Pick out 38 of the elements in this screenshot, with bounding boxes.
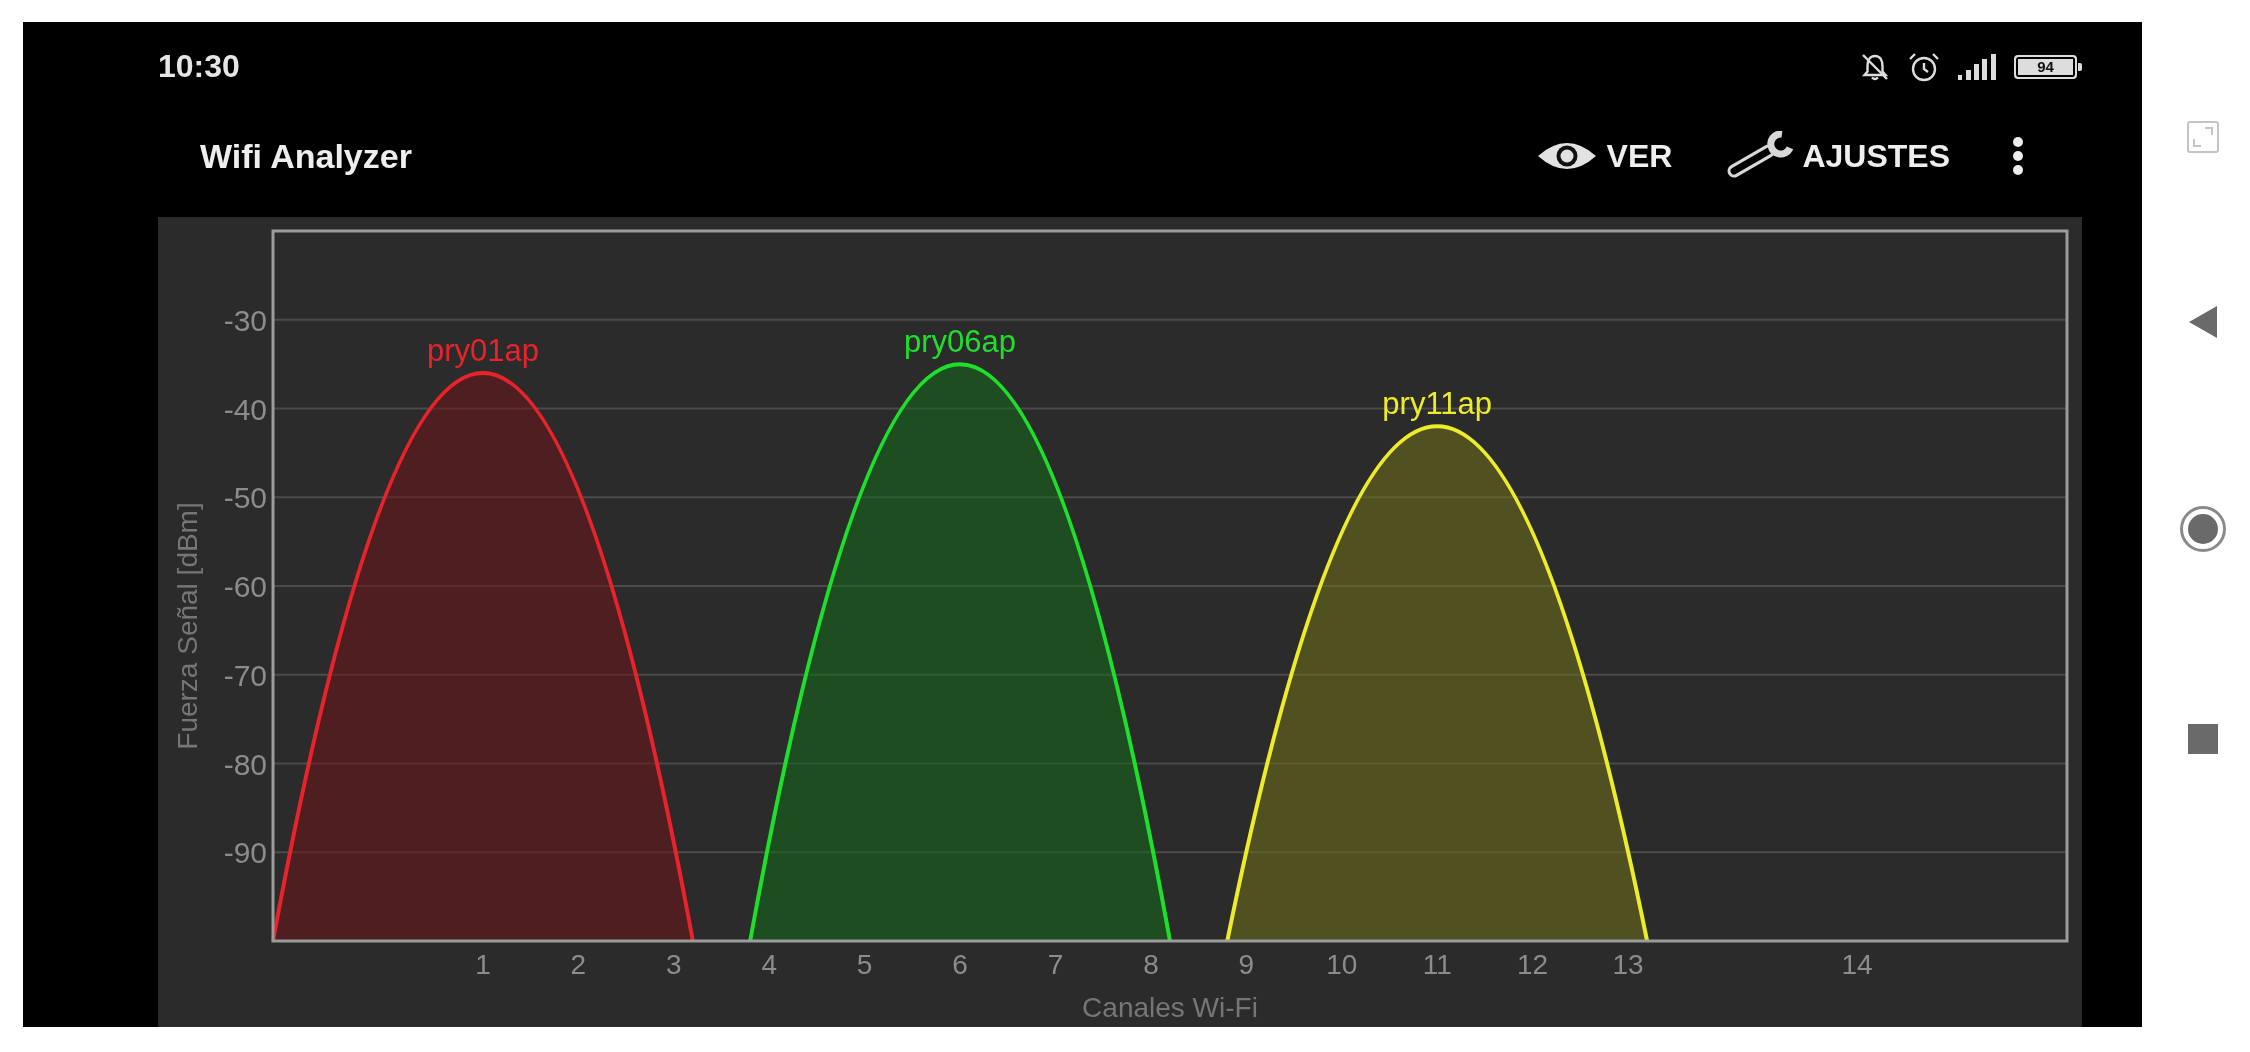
network-label: pry06ap (904, 324, 1017, 360)
back-icon[interactable] (2189, 306, 2217, 338)
x-tick-label: 1 (475, 949, 491, 980)
x-tick-label: 3 (666, 949, 682, 980)
battery-indicator: 94 (2014, 55, 2082, 79)
network-label: pry11ap (1382, 386, 1493, 422)
y-axis-title: Fuerza Señal [dBm] (172, 502, 203, 750)
x-tick-label: 6 (952, 949, 968, 980)
x-axis-title: Canales Wi-Fi (1082, 992, 1258, 1023)
x-tick-label: 9 (1238, 949, 1255, 980)
y-tick-label: -30 (223, 303, 267, 337)
y-tick-label: -70 (223, 658, 267, 692)
x-tick-label: 8 (1143, 949, 1159, 980)
home-icon[interactable] (2180, 506, 2226, 552)
x-tick-label: 7 (1047, 949, 1064, 980)
y-tick-label: -80 (223, 747, 267, 781)
x-tick-label: 11 (1422, 949, 1452, 980)
y-tick-label: -50 (223, 481, 267, 515)
eye-icon (1536, 140, 1597, 172)
x-tick-label: 12 (1517, 949, 1549, 980)
muted-bell-icon (1860, 52, 1890, 82)
network-label: pry01ap (426, 333, 539, 368)
status-time: 10:30 (158, 49, 240, 85)
x-tick-label: 4 (761, 949, 777, 980)
x-tick-label: 2 (570, 949, 587, 980)
signal-icon (1958, 54, 1996, 80)
app-title: Wifi Analyzer (200, 135, 412, 177)
x-tick-label: 10 (1326, 949, 1358, 980)
more-menu-icon[interactable] (2012, 136, 2024, 176)
alarm-clock-icon (1908, 52, 1940, 82)
y-tick-label: -60 (223, 570, 267, 603)
x-tick-label: 14 (1841, 949, 1873, 980)
x-tick-label: 5 (856, 949, 873, 980)
view-button[interactable]: VER (1536, 136, 1673, 176)
x-tick-label: 13 (1612, 949, 1644, 980)
settings-button[interactable]: AJUSTES (1722, 131, 1950, 181)
y-tick-label: -90 (223, 836, 267, 870)
y-tick-label: -40 (223, 392, 267, 426)
